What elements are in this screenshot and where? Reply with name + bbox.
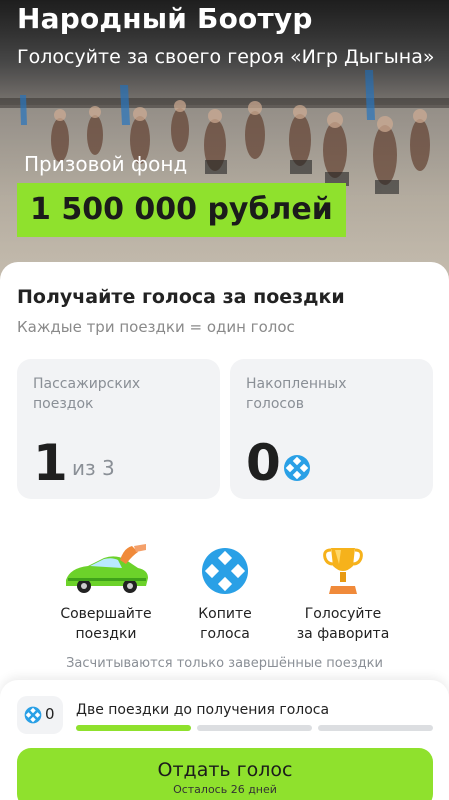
- prize-fund-label: Призовой фонд: [24, 152, 188, 176]
- step-collect-votes-line2: голоса: [200, 626, 250, 642]
- taxi-car-icon: [66, 544, 148, 593]
- section-subtitle: Каждые три поездки = один голос: [17, 318, 295, 336]
- step-vote-favorite: Голосуйте за фаворита: [283, 544, 403, 644]
- step-make-rides-line2: поездки: [75, 626, 137, 642]
- step-vote-favorite-line2: за фаворита: [296, 626, 390, 642]
- hero-banner: Народный Боотур Голосуйте за своего геро…: [0, 0, 449, 290]
- vote-button[interactable]: Отдать голос Осталось 26 дней: [17, 748, 433, 800]
- vote-button-label: Отдать голос: [157, 759, 293, 781]
- votes-card-label: Накопленных голосов: [246, 376, 347, 412]
- vote-token-icon: [24, 706, 42, 724]
- how-it-works: Совершайте поездки Копите голоса Голосуй…: [0, 544, 449, 644]
- step-collect-votes: Копите голоса: [175, 544, 275, 644]
- section-title: Получайте голоса за поездки: [17, 286, 345, 308]
- rides-card-label: Пассажирских поездок: [33, 376, 141, 412]
- step-make-rides: Совершайте поездки: [46, 544, 166, 644]
- votes-balance-value: 0: [45, 705, 55, 723]
- step-make-rides-line1: Совершайте: [60, 606, 152, 622]
- vote-token-icon: [202, 548, 248, 594]
- trophy-icon: [323, 548, 363, 594]
- page-title: Народный Боотур: [17, 2, 313, 35]
- progress-label: Две поездки до получения голоса: [76, 702, 330, 718]
- votes-card: Накопленных голосов 0: [230, 359, 433, 499]
- step-vote-favorite-line1: Голосуйте: [304, 606, 382, 622]
- bottom-panel: 0 Две поездки до получения голоса Отдать…: [0, 680, 449, 800]
- progress-segment: [76, 725, 191, 731]
- prize-fund-amount: 1 500 000 рублей: [17, 183, 346, 237]
- vote-button-days-left: Осталось 26 дней: [173, 783, 277, 796]
- rides-total: из 3: [72, 456, 115, 480]
- progress-segment: [318, 725, 433, 731]
- page-subtitle: Голосуйте за своего героя «Игр Дыгына»: [17, 46, 435, 68]
- step-collect-votes-line1: Копите: [198, 606, 252, 622]
- votes-balance-chip: 0: [17, 696, 63, 734]
- hero-shade: [0, 0, 449, 290]
- vote-token-icon: [284, 455, 310, 481]
- rides-card: Пассажирских поездок 1 из 3: [17, 359, 220, 499]
- progress-segment: [197, 725, 312, 731]
- votes-count: 0: [246, 434, 281, 492]
- completed-rides-note: Засчитываются только завершённые поездки: [66, 656, 383, 671]
- rides-count: 1: [33, 434, 68, 492]
- progress-segment-fill: [76, 725, 191, 731]
